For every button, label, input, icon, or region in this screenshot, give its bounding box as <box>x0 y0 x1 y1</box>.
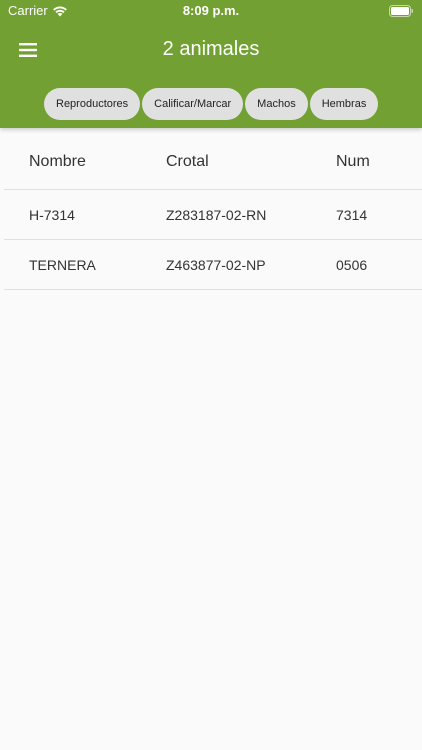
app-header: Carrier 8:09 p.m. 2 animales Reproductor… <box>0 0 422 128</box>
animals-table: Nombre Crotal Num H-7314 Z283187-02-RN 7… <box>4 134 422 290</box>
cell-nombre: H-7314 <box>29 206 75 223</box>
column-header-nombre[interactable]: Nombre <box>29 134 86 189</box>
status-time: 8:09 p.m. <box>182 3 240 18</box>
status-bar: Carrier 8:09 p.m. <box>0 0 422 22</box>
column-header-num[interactable]: Num <box>336 134 370 189</box>
cell-crotal: Z463877-02-NP <box>166 256 266 273</box>
page-title: 2 animales <box>162 38 260 60</box>
filter-chip-reproductores[interactable]: Reproductores <box>44 88 141 120</box>
cell-crotal: Z283187-02-RN <box>166 206 267 223</box>
battery-icon <box>389 5 413 17</box>
cell-nombre: TERNERA <box>29 256 96 273</box>
app-bar: 2 animales <box>0 22 422 78</box>
filter-chips: Reproductores Calificar/Marcar Machos He… <box>44 88 379 120</box>
table-row[interactable]: TERNERA Z463877-02-NP 0506 <box>4 240 422 290</box>
column-header-crotal[interactable]: Crotal <box>166 134 209 189</box>
filter-chip-machos[interactable]: Machos <box>245 88 308 120</box>
cell-num: 0506 <box>336 256 368 273</box>
table-header: Nombre Crotal Num <box>4 134 422 190</box>
table-row[interactable]: H-7314 Z283187-02-RN 7314 <box>4 190 422 240</box>
filter-chip-hembras[interactable]: Hembras <box>309 88 379 120</box>
filter-chip-calificar-marcar[interactable]: Calificar/Marcar <box>142 88 244 120</box>
cell-num: 7314 <box>336 206 368 223</box>
